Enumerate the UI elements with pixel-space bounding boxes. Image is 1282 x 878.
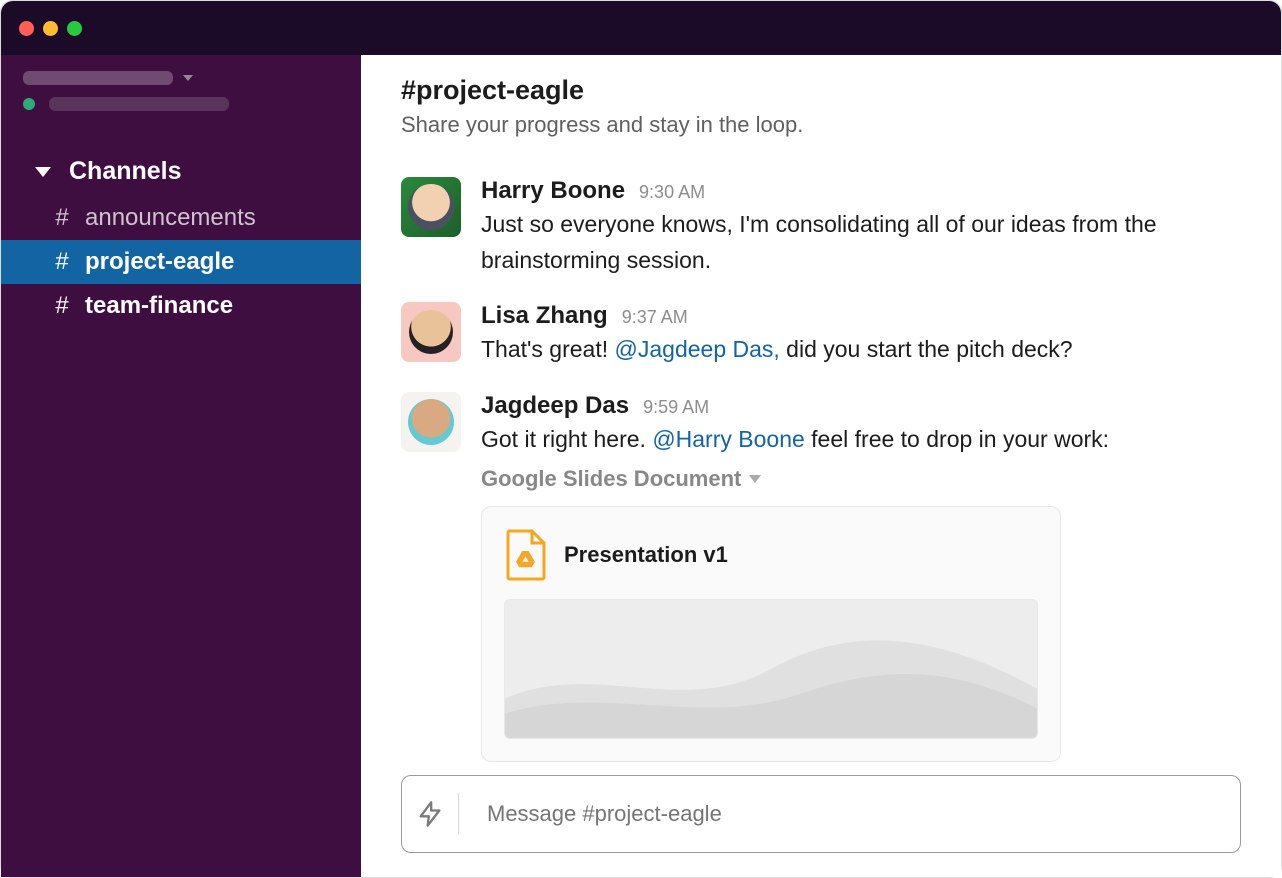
mention[interactable]: @Harry Boone [652, 426, 804, 452]
channel-topic[interactable]: Share your progress and stay in the loop… [401, 112, 1241, 138]
compose-box[interactable] [401, 775, 1241, 853]
message-time: 9:59 AM [643, 397, 709, 418]
username-placeholder [49, 97, 229, 111]
attachment-title: Presentation v1 [564, 542, 728, 568]
google-drive-file-icon [504, 529, 548, 581]
minimize-window-icon[interactable] [43, 21, 58, 36]
channels-section-header[interactable]: Channels [1, 147, 361, 196]
lightning-shortcut-icon[interactable] [416, 800, 444, 828]
sidebar-item-team-finance[interactable]: # team-finance [1, 284, 361, 328]
mention[interactable]: @Jagdeep Das, [615, 336, 780, 362]
message-author[interactable]: Jagdeep Das [481, 392, 629, 420]
message-author[interactable]: Harry Boone [481, 177, 625, 205]
compose-area [361, 767, 1281, 877]
avatar[interactable] [401, 177, 461, 237]
avatar[interactable] [401, 302, 461, 362]
sidebar-item-project-eagle[interactable]: # project-eagle [1, 240, 361, 284]
title-bar [1, 1, 1281, 55]
workspace-name-placeholder [23, 71, 173, 85]
channel-title[interactable]: #project-eagle [401, 75, 1241, 106]
attachment-card[interactable]: Presentation v1 [481, 506, 1061, 762]
avatar[interactable] [401, 392, 461, 452]
app-body: Channels # announcements # project-eagle… [1, 55, 1281, 877]
message: Jagdeep Das 9:59 AM Got it right here. @… [401, 382, 1241, 767]
message-text: Just so everyone knows, I'm consolidatin… [481, 207, 1241, 278]
channel-name: announcements [85, 204, 256, 232]
message-author[interactable]: Lisa Zhang [481, 302, 608, 330]
close-window-icon[interactable] [19, 21, 34, 36]
channel-name: team-finance [85, 292, 233, 320]
vertical-divider [458, 793, 459, 835]
message-input[interactable] [473, 801, 1226, 827]
chevron-down-icon [749, 475, 761, 483]
attachment-preview [504, 599, 1038, 739]
channel-name: project-eagle [85, 248, 234, 276]
hash-icon: # [51, 292, 73, 320]
message-list: Harry Boone 9:30 AM Just so everyone kno… [361, 155, 1281, 767]
sidebar: Channels # announcements # project-eagle… [1, 55, 361, 877]
hash-icon: # [51, 204, 73, 232]
channel-header: #project-eagle Share your progress and s… [361, 55, 1281, 155]
main-pane: #project-eagle Share your progress and s… [361, 55, 1281, 877]
attachment-source-toggle[interactable]: Google Slides Document [481, 466, 1241, 492]
message-time: 9:37 AM [622, 307, 688, 328]
message-time: 9:30 AM [639, 182, 705, 203]
presence-active-icon [23, 98, 35, 110]
hash-icon: # [51, 248, 73, 276]
attachment-source-label: Google Slides Document [481, 466, 741, 492]
chevron-down-icon [183, 75, 193, 81]
fullscreen-window-icon[interactable] [67, 21, 82, 36]
sidebar-item-announcements[interactable]: # announcements [1, 196, 361, 240]
message-text: Got it right here. @Harry Boone feel fre… [481, 422, 1241, 458]
workspace-header[interactable] [1, 65, 361, 117]
message-text: That's great! @Jagdeep Das, did you star… [481, 332, 1241, 368]
channels-label: Channels [69, 157, 182, 186]
chevron-down-icon [35, 167, 51, 177]
message: Harry Boone 9:30 AM Just so everyone kno… [401, 167, 1241, 292]
message: Lisa Zhang 9:37 AM That's great! @Jagdee… [401, 292, 1241, 382]
